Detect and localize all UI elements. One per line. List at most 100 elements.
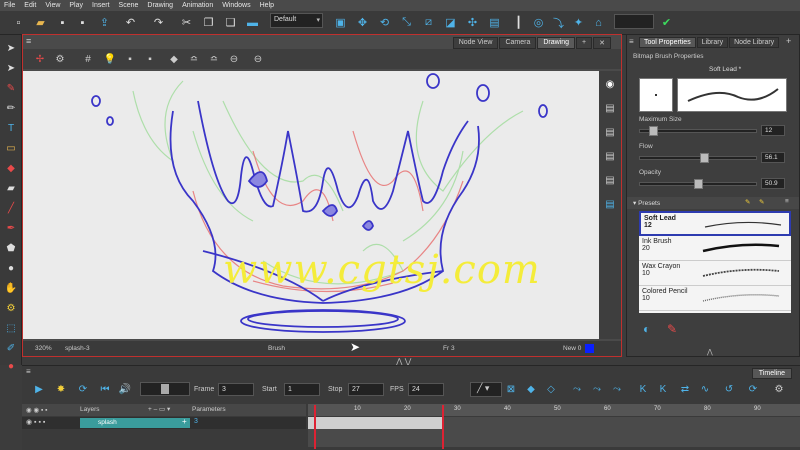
key-minus-icon[interactable]: K	[656, 382, 670, 396]
fps-field[interactable]: 24	[408, 383, 444, 396]
shape-tool-icon[interactable]: ⬟	[2, 239, 20, 257]
timeline-menu-icon[interactable]: ≡	[26, 367, 31, 376]
tab-node-library[interactable]: Node Library	[729, 37, 780, 48]
key-add-icon[interactable]: ◆	[524, 382, 538, 396]
import-icon[interactable]: ⇪	[96, 14, 113, 31]
eye-icon[interactable]: ◉	[603, 77, 617, 91]
onion-skin-icon[interactable]: ◎	[530, 14, 547, 31]
opacity-slider[interactable]	[639, 179, 757, 189]
motion-keyframe-icon[interactable]: ⤳	[590, 382, 604, 396]
layer-up-icon[interactable]: ⊖	[227, 52, 241, 66]
layer-prev-icon[interactable]: ≏	[187, 52, 201, 66]
frame-field[interactable]: 3	[218, 383, 254, 396]
panel-menu-icon[interactable]: ≡	[629, 37, 634, 46]
flow-slider[interactable]	[639, 153, 757, 163]
show-strokes-icon[interactable]: ◆	[167, 52, 181, 66]
stop-marker[interactable]	[442, 405, 444, 449]
menu-scene[interactable]: Scene	[119, 2, 139, 9]
menu-play[interactable]: Play	[69, 2, 83, 9]
cut-icon[interactable]: ✂	[178, 14, 195, 31]
key-cycle-icon[interactable]: ⟳	[746, 382, 760, 396]
add-panel-icon[interactable]: +	[786, 36, 791, 46]
presets-menu-icon[interactable]: ≡	[785, 198, 789, 205]
open-folder-icon[interactable]: ▰	[32, 14, 49, 31]
playback-speed-slider[interactable]	[140, 382, 190, 396]
line-tool-icon[interactable]: ╱	[2, 199, 20, 217]
bone-tool-icon[interactable]: ⚙	[2, 299, 20, 317]
select-tool-icon[interactable]: ➤	[2, 39, 20, 57]
sound-icon[interactable]: 🔊	[118, 382, 132, 396]
layers-icon[interactable]: ▤	[603, 101, 617, 115]
save-icon[interactable]: ▪	[54, 14, 71, 31]
morph-tool-icon[interactable]: ✐	[2, 339, 20, 357]
loop-icon[interactable]: ⟳	[76, 382, 90, 396]
layer-exposure-track[interactable]	[308, 417, 442, 429]
skew-icon[interactable]: ⧄	[420, 14, 437, 31]
menu-help[interactable]: Help	[260, 2, 274, 9]
eraser-tool-icon[interactable]: ▭	[2, 139, 20, 157]
redo-icon[interactable]: ↷	[150, 14, 167, 31]
dropper-tool-icon[interactable]: ✒	[2, 219, 20, 237]
reset-view-icon[interactable]: ✢	[33, 52, 47, 66]
menu-edit[interactable]: Edit	[24, 2, 36, 9]
pencil-tool-icon[interactable]: ✏	[2, 99, 20, 117]
ink-tool-icon[interactable]: ▰	[2, 179, 20, 197]
layer-name-cell[interactable]: splash	[80, 418, 190, 428]
save-as-icon[interactable]: ▪	[74, 14, 91, 31]
first-frame-icon[interactable]: ⏮	[98, 382, 112, 396]
keyframe-icon[interactable]: ⊠	[504, 382, 518, 396]
tween-icon[interactable]: ⤳	[610, 382, 624, 396]
ruler-icon[interactable]: ┃	[510, 14, 527, 31]
add-preset-icon[interactable]: ✎	[745, 198, 750, 206]
contour-editor-icon[interactable]: ➤	[2, 59, 20, 77]
tab-drawing[interactable]: Drawing	[537, 37, 576, 49]
hand-tool-icon[interactable]: ✋	[2, 279, 20, 297]
easing-select[interactable]: ╱ ▾	[470, 382, 502, 397]
opacity-field[interactable]: 50.9	[761, 178, 785, 189]
tab-camera[interactable]: Camera	[499, 37, 537, 49]
menu-view[interactable]: View	[45, 2, 60, 9]
layer-visibility-icons[interactable]: ◉ ◉ ▪ ▪	[26, 406, 47, 414]
texture-icon[interactable]: ✎	[667, 322, 677, 336]
key-plus-icon[interactable]: K	[636, 382, 650, 396]
preset-colored-pencil[interactable]: Colored Pencil 10	[639, 286, 791, 311]
overlay-icon[interactable]: ▤	[603, 173, 617, 187]
layer-add-icon[interactable]: +	[182, 417, 187, 426]
onion-skin-next-icon[interactable]: ▪	[143, 52, 157, 66]
play-selection-icon[interactable]: ✸	[54, 382, 68, 396]
mirror-icon[interactable]: ◪	[442, 14, 459, 31]
menu-drawing[interactable]: Drawing	[147, 2, 173, 9]
settings-gear-icon[interactable]: ⚙	[53, 52, 67, 66]
layer-row[interactable]: ◉ ▪ ▪ ▪ splash + 3	[22, 417, 306, 429]
menu-animation[interactable]: Animation	[182, 2, 213, 9]
zoom-level[interactable]: 320%	[35, 345, 52, 352]
panel-collapse-icon[interactable]: ⋀	[707, 348, 713, 356]
drawing-canvas[interactable]: www.cgtsj.com	[23, 71, 599, 339]
add-layer-icon[interactable]: + ‒ ▭ ▾	[148, 405, 170, 413]
preset-wax-crayon[interactable]: Wax Crayon 10	[639, 261, 791, 286]
workspace-preset-select[interactable]: Default	[270, 13, 323, 28]
timeline-tracks[interactable]	[308, 405, 800, 449]
start-field[interactable]: 1	[284, 383, 320, 396]
tab-node-view[interactable]: Node View	[452, 37, 499, 49]
paste-icon[interactable]: ❑	[222, 14, 239, 31]
transform-icon[interactable]: ✥	[354, 14, 371, 31]
camera-icon[interactable]: ⌂	[590, 14, 607, 31]
color-picker-icon[interactable]: ●	[2, 357, 20, 375]
stop-motion-icon[interactable]: ⤳	[570, 382, 584, 396]
close-tab-icon[interactable]: ✕	[593, 37, 611, 49]
tab-tool-properties[interactable]: Tool Properties	[639, 37, 696, 48]
grid-icon[interactable]: #	[81, 52, 95, 66]
onion-skin-prev-icon[interactable]: ▪	[123, 52, 137, 66]
layer-down-icon[interactable]: ⊖	[251, 52, 265, 66]
current-color-swatch[interactable]	[585, 344, 594, 353]
edit-preset-icon[interactable]: ✎	[759, 198, 764, 206]
menu-insert[interactable]: Insert	[92, 2, 110, 9]
rig-icon[interactable]: ✣	[464, 14, 481, 31]
playhead[interactable]	[314, 405, 316, 449]
transform-tool-icon[interactable]: ⬚	[2, 319, 20, 337]
dual-arrow-icon[interactable]: ⇄	[678, 382, 692, 396]
menu-file[interactable]: File	[4, 2, 15, 9]
view-icon[interactable]: ▬	[244, 14, 261, 31]
play-icon[interactable]: ▶	[32, 382, 46, 396]
